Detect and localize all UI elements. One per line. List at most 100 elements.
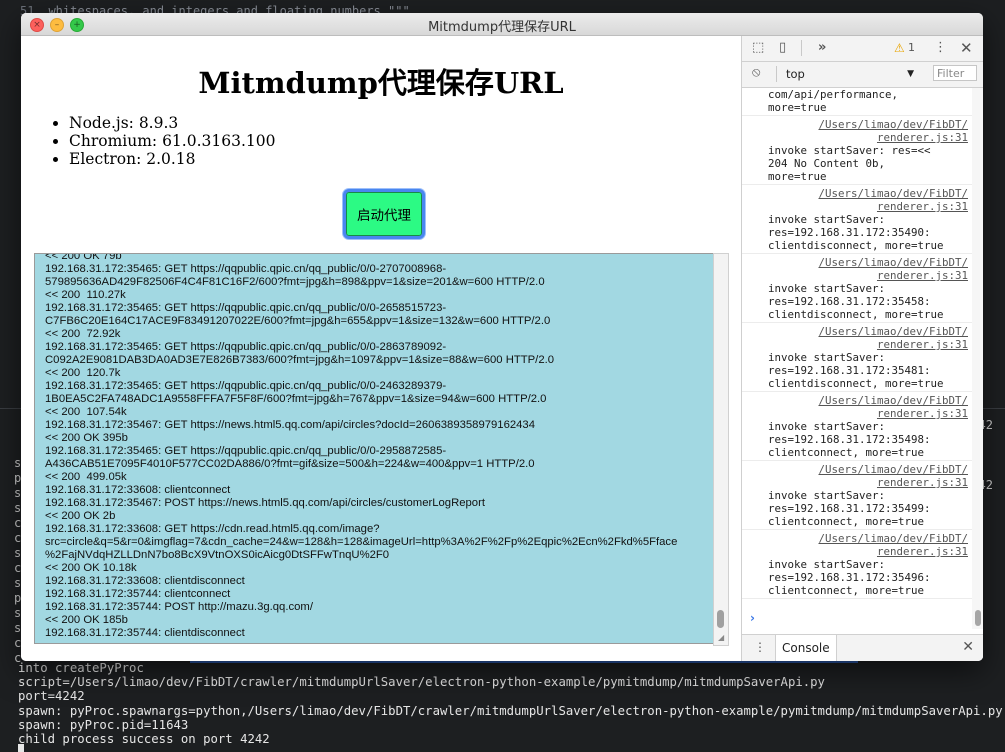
console-message: /Users/limao/dev/FibDT/ renderer.js:31 in… xyxy=(742,254,972,323)
tab-console[interactable]: Console xyxy=(775,635,837,661)
log-line: << 200 OK 79b xyxy=(45,253,122,262)
log-scrollbar-thumb[interactable] xyxy=(717,610,724,628)
app-page: Mitmdump代理保存URL Node.js: 8.9.3 Chromium:… xyxy=(21,36,741,661)
terminal-line: into createPyProc xyxy=(18,661,144,675)
toolbar-separator xyxy=(776,66,777,82)
version-item-chromium: Chromium: 61.0.3163.100 xyxy=(69,132,275,150)
terminal-line: spawn: pyProc.pid=11643 xyxy=(18,717,189,732)
log-line: 579895636AD429F82506F4C4F81C16F2/600?fmt… xyxy=(45,276,545,288)
console-message: /Users/limao/dev/FibDT/ renderer.js:31 in… xyxy=(742,461,972,530)
context-selector-value: top xyxy=(786,67,805,81)
context-selector[interactable]: top ▼ xyxy=(786,66,914,82)
message-text: invoke startSaver: res=<< 204 No Content… xyxy=(768,144,931,183)
warning-icon[interactable]: ⚠ xyxy=(894,40,905,56)
console-scrollbar[interactable] xyxy=(972,88,983,629)
devtools-drawer: ⋮ Console ✕ xyxy=(742,634,983,661)
console-message: /Users/limao/dev/FibDT/ renderer.js:31 in… xyxy=(742,323,972,392)
resize-grip-icon[interactable]: ◢ xyxy=(718,634,726,642)
source-link[interactable]: /Users/limao/dev/FibDT/ renderer.js:31 xyxy=(768,118,968,144)
message-text: invoke startSaver: res=192.168.31.172:35… xyxy=(768,351,944,390)
window-titlebar[interactable]: × – + Mitmdump代理保存URL xyxy=(21,13,983,36)
dropdown-arrow-icon: ▼ xyxy=(907,69,914,79)
message-text: invoke startSaver: res=192.168.31.172:35… xyxy=(768,282,944,321)
log-line: 192.168.31.172:35465: GET https://qqpubl… xyxy=(45,302,447,314)
warning-count: 1 xyxy=(908,41,915,54)
source-link[interactable]: /Users/limao/dev/FibDT/ renderer.js:31 xyxy=(768,532,968,558)
log-line: %2FajNVdqHZLLDnN7bo8BcX9VtnOXS0icAicg0Dt… xyxy=(45,549,390,561)
terminal-line: child process success on port 4242 xyxy=(18,732,270,747)
console-message: /Users/limao/dev/FibDT/ renderer.js:31 in… xyxy=(742,116,972,185)
more-options-icon[interactable]: ⋮ xyxy=(934,40,947,56)
window-title: Mitmdump代理保存URL xyxy=(428,20,576,35)
console-toolbar: ⦸ top ▼ Filter xyxy=(742,62,983,88)
version-item-electron: Electron: 2.0.18 xyxy=(69,150,275,168)
log-line: << 200 OK 10.18k xyxy=(45,562,137,574)
terminal-output: into createPyProc script=/Users/limao/dev… xyxy=(18,661,1005,746)
console-messages: com/api/performance, more=true/Users/lim… xyxy=(742,88,972,629)
log-line: 192.168.31.172:35465: GET https://qqpubl… xyxy=(45,380,447,392)
log-line: 192.168.31.172:35467: GET https://news.h… xyxy=(45,419,535,431)
source-link[interactable]: /Users/limao/dev/FibDT/ renderer.js:31 xyxy=(768,394,968,420)
message-text: invoke startSaver: res=192.168.31.172:35… xyxy=(768,489,931,528)
source-link[interactable]: /Users/limao/dev/FibDT/ renderer.js:31 xyxy=(768,187,968,213)
start-proxy-button[interactable]: 启动代理 xyxy=(343,189,425,239)
log-line: 192.168.31.172:35744: clientdisconnect xyxy=(45,627,245,639)
log-line: 192.168.31.172:35744: POST http://mazu.3… xyxy=(45,601,313,613)
terminal-line: spawn: pyProc.spawnargs=python,/Users/li… xyxy=(18,703,1005,718)
log-line: << 200 72.92k xyxy=(45,328,121,340)
terminal-line: port=4242 xyxy=(18,689,85,704)
log-line: 192.168.31.172:33608: clientconnect xyxy=(45,484,231,496)
devtools-panel: ⬚ ▯ » ⚠ 1 ⋮ ✕ ⦸ top ▼ Filter com/api/per… xyxy=(741,36,983,661)
source-link[interactable]: /Users/limao/dev/FibDT/ renderer.js:31 xyxy=(768,256,968,282)
log-line: 192.168.31.172:33608: GET https://cdn.re… xyxy=(45,523,380,535)
console-message: /Users/limao/dev/FibDT/ renderer.js:31 in… xyxy=(742,185,972,254)
log-line: << 200 OK 395b xyxy=(45,432,128,444)
log-line: << 200 499.05k xyxy=(45,471,127,483)
log-line: C092A2E9081DAB3DA0AD3E7E826B7383/600?fmt… xyxy=(45,354,555,366)
clear-console-icon[interactable]: ⦸ xyxy=(752,65,760,81)
page-title: Mitmdump代理保存URL xyxy=(198,66,564,100)
log-line: << 200 OK 185b xyxy=(45,614,128,626)
log-line: << 200 107.54k xyxy=(45,406,127,418)
message-text: invoke startSaver: res=192.168.31.172:35… xyxy=(768,213,944,252)
console-message: /Users/limao/dev/FibDT/ renderer.js:31 in… xyxy=(742,392,972,461)
log-line: 192.168.31.172:35467: POST https://news.… xyxy=(45,497,485,509)
more-tabs-button[interactable]: » xyxy=(818,40,826,56)
drawer-menu-icon[interactable]: ⋮ xyxy=(754,640,766,654)
tab-separator xyxy=(801,40,802,56)
source-link[interactable]: /Users/limao/dev/FibDT/ renderer.js:31 xyxy=(768,325,968,351)
log-line: << 200 110.27k xyxy=(45,289,126,301)
terminal-line: script=/Users/limao/dev/FibDT/crawler/mi… xyxy=(18,675,825,690)
close-drawer-icon[interactable]: ✕ xyxy=(962,639,974,655)
log-line: 192.168.31.172:35465: GET https://qqpubl… xyxy=(45,263,447,275)
version-list: Node.js: 8.9.3 Chromium: 61.0.3163.100 E… xyxy=(49,114,275,168)
log-line: 192.168.31.172:35465: GET https://qqpubl… xyxy=(45,445,447,457)
log-line: 192.168.31.172:35744: clientconnect xyxy=(45,588,231,600)
version-item-node: Node.js: 8.9.3 xyxy=(69,114,275,132)
terminal-cursor xyxy=(18,744,24,752)
console-message: com/api/performance, more=true xyxy=(742,88,972,116)
log-line: << 200 OK 2b xyxy=(45,510,116,522)
device-toolbar-icon[interactable]: ▯ xyxy=(779,40,786,56)
app-window: × – + Mitmdump代理保存URL Mitmdump代理保存URL No… xyxy=(21,13,983,661)
log-content: << 200 OK 79b 192.168.31.172:35465: GET h… xyxy=(45,253,705,640)
log-line: 192.168.31.172:35465: GET https://qqpubl… xyxy=(45,341,447,353)
message-text: invoke startSaver: res=192.168.31.172:35… xyxy=(768,420,931,459)
console-scrollbar-thumb[interactable] xyxy=(975,610,981,626)
close-devtools-icon[interactable]: ✕ xyxy=(960,40,973,56)
log-line: << 200 120.7k xyxy=(45,367,121,379)
console-prompt-icon[interactable]: › xyxy=(750,611,755,625)
console-filter-input[interactable]: Filter xyxy=(933,65,977,81)
inspect-element-icon[interactable]: ⬚ xyxy=(752,40,764,56)
log-line: src=circle&q=5&r=0&imgflag=7&cdn_cache=2… xyxy=(45,536,678,548)
log-textarea[interactable]: << 200 OK 79b 192.168.31.172:35465: GET h… xyxy=(34,253,715,644)
source-link[interactable]: /Users/limao/dev/FibDT/ renderer.js:31 xyxy=(768,463,968,489)
log-line: 1B0EA5C2FA748ADC1A9558FFFA7F5F8F/600?fmt… xyxy=(45,393,547,405)
log-scrollbar[interactable] xyxy=(713,253,729,646)
message-text: com/api/performance, more=true xyxy=(768,88,899,114)
message-text: invoke startSaver: res=192.168.31.172:35… xyxy=(768,558,931,597)
log-line: C7FB6C20E164C17ACE9F83491207022E/600?fmt… xyxy=(45,315,551,327)
log-line: A436CAB51E7095F4010F577CC02DA886/0?fmt=g… xyxy=(45,458,535,470)
console-message: /Users/limao/dev/FibDT/ renderer.js:31 in… xyxy=(742,530,972,599)
log-line: 192.168.31.172:33608: clientdisconnect xyxy=(45,575,245,587)
